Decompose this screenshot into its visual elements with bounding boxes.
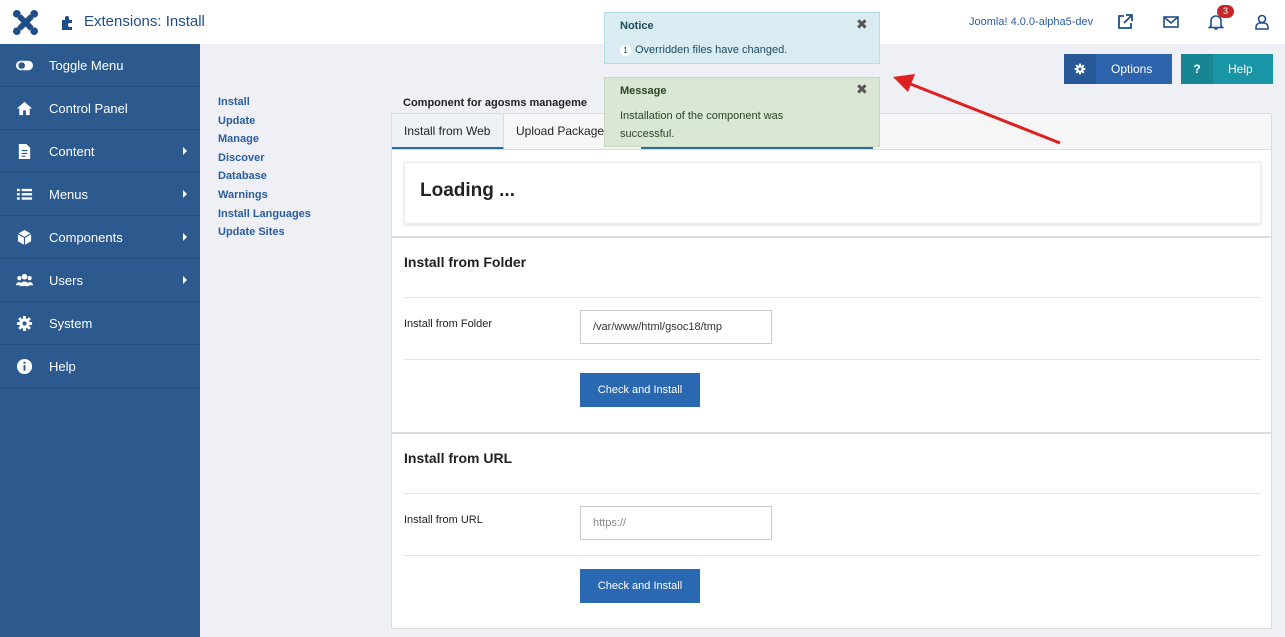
component-heading: Component for agosms manageme: [403, 97, 587, 109]
message-line-1: Installation of the component was: [620, 110, 784, 122]
close-icon[interactable]: ✖: [856, 16, 868, 33]
joomla-logo-icon[interactable]: [12, 9, 39, 36]
sidebar-item-menus[interactable]: Menus: [0, 173, 200, 216]
sidebar: Toggle Menu Control Panel Content Menus …: [0, 44, 200, 637]
message-alert: Message ✖ Installation of the component …: [604, 77, 880, 147]
divider: [404, 493, 1261, 494]
sidebar-item-label: Control Panel: [49, 101, 128, 116]
notification-badge: 3: [1217, 5, 1234, 18]
installer-submenu: Install Update Manage Discover Database …: [218, 95, 311, 244]
submenu-warnings[interactable]: Warnings: [218, 188, 311, 207]
loading-text: Loading ...: [420, 180, 515, 201]
info-icon: [16, 358, 33, 375]
notice-alert: Notice ✖ 1 Overridden files have changed.: [604, 12, 880, 64]
sidebar-item-label: Users: [49, 273, 83, 288]
sidebar-item-label: Content: [49, 144, 95, 159]
submenu-install[interactable]: Install: [218, 95, 311, 114]
submenu-discover[interactable]: Discover: [218, 151, 311, 170]
sidebar-item-system[interactable]: System: [0, 302, 200, 345]
sidebar-item-components[interactable]: Components: [0, 216, 200, 259]
notice-count: 1: [620, 45, 631, 56]
url-heading: Install from URL: [404, 450, 513, 466]
message-line-2: successful.: [620, 128, 675, 140]
sidebar-item-label: Components: [49, 230, 123, 245]
folder-heading: Install from Folder: [404, 254, 527, 270]
close-icon[interactable]: ✖: [856, 81, 868, 98]
folder-input[interactable]: [580, 310, 772, 344]
notice-title: Notice: [620, 20, 654, 32]
submenu-install-languages[interactable]: Install Languages: [218, 207, 311, 226]
help-button[interactable]: ? Help: [1181, 54, 1273, 84]
submenu-update-sites[interactable]: Update Sites: [218, 225, 311, 244]
divider: [404, 297, 1261, 298]
chevron-right-icon: [183, 147, 187, 155]
loading-box: Loading ...: [404, 162, 1261, 224]
options-label: Options: [1111, 62, 1153, 76]
sidebar-item-control-panel[interactable]: Control Panel: [0, 87, 200, 130]
sidebar-item-toggle-menu[interactable]: Toggle Menu: [0, 44, 200, 87]
sidebar-item-help[interactable]: Help: [0, 345, 200, 388]
sidebar-item-label: System: [49, 316, 93, 331]
chevron-right-icon: [183, 276, 187, 284]
sidebar-item-content[interactable]: Content: [0, 130, 200, 173]
sidebar-item-label: Help: [49, 359, 76, 374]
install-from-folder-panel: Install from Folder Install from Folder …: [391, 237, 1272, 433]
divider: [404, 359, 1261, 360]
install-from-url-panel: Install from URL Install from URL Check …: [391, 433, 1272, 629]
url-check-install-button[interactable]: Check and Install: [580, 569, 700, 603]
submenu-update[interactable]: Update: [218, 114, 311, 133]
install-from-web-panel: Loading ...: [391, 149, 1272, 237]
list-icon: [16, 188, 33, 200]
sidebar-item-users[interactable]: Users: [0, 259, 200, 302]
chevron-right-icon: [183, 233, 187, 241]
notice-body: 1 Overridden files have changed.: [620, 41, 787, 59]
sidebar-item-label: Menus: [49, 187, 89, 202]
chevron-right-icon: [183, 190, 187, 198]
version-link[interactable]: Joomla! 4.0.0-alpha5-dev: [969, 16, 1093, 28]
gear-icon: [16, 315, 33, 332]
message-body: Installation of the component was succes…: [620, 107, 783, 143]
message-title: Message: [620, 85, 667, 97]
puzzle-icon: [62, 16, 72, 30]
gear-icon: [1064, 54, 1096, 84]
toggle-icon: [16, 60, 33, 71]
options-button[interactable]: Options: [1064, 54, 1172, 84]
help-label: Help: [1228, 62, 1253, 76]
users-icon: [16, 273, 33, 287]
user-icon[interactable]: [1253, 13, 1271, 31]
url-input[interactable]: [580, 506, 772, 540]
url-label: Install from URL: [404, 514, 483, 526]
cube-icon: [17, 229, 32, 246]
external-link-icon[interactable]: [1116, 13, 1134, 31]
tab-install-from-web[interactable]: Install from Web: [392, 114, 504, 150]
folder-check-install-button[interactable]: Check and Install: [580, 373, 700, 407]
mail-icon[interactable]: [1162, 13, 1180, 31]
page-title: Extensions: Install: [84, 13, 205, 30]
submenu-database[interactable]: Database: [218, 169, 311, 188]
submenu-manage[interactable]: Manage: [218, 132, 311, 151]
folder-label: Install from Folder: [404, 318, 493, 330]
file-icon: [18, 143, 31, 160]
divider: [404, 555, 1261, 556]
question-icon: ?: [1181, 54, 1213, 84]
notice-text: Overridden files have changed.: [635, 44, 788, 56]
sidebar-item-label: Toggle Menu: [49, 58, 124, 73]
home-icon: [16, 101, 33, 116]
